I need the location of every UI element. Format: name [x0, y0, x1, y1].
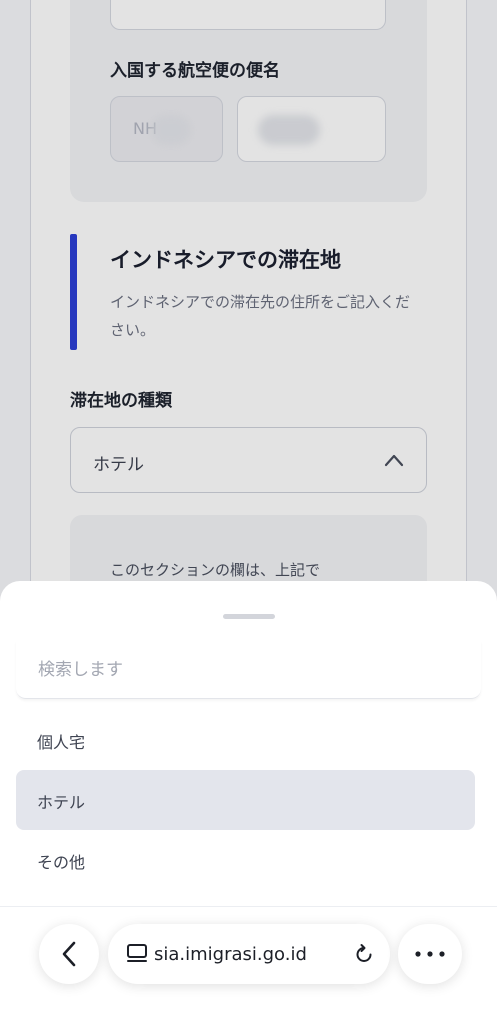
- option-label: その他: [37, 853, 86, 872]
- option-private-home[interactable]: 個人宅: [16, 710, 475, 770]
- back-chevron-icon: [62, 941, 76, 967]
- option-other[interactable]: その他: [16, 830, 475, 890]
- option-hotel-selected[interactable]: ホテル: [16, 770, 475, 830]
- browser-url-bar[interactable]: sia.imigrasi.go.id: [108, 924, 390, 984]
- more-icon: [415, 951, 445, 957]
- sheet-divider: [0, 906, 497, 907]
- reload-icon[interactable]: [352, 942, 376, 966]
- url-text: sia.imigrasi.go.id: [154, 944, 307, 965]
- sheet-grabber[interactable]: [223, 614, 275, 619]
- browser-more-button[interactable]: [398, 924, 462, 984]
- option-label: 個人宅: [37, 733, 86, 752]
- tab-icon[interactable]: [126, 943, 148, 965]
- search-input[interactable]: [16, 641, 481, 699]
- option-label: ホテル: [37, 793, 86, 812]
- browser-back-button[interactable]: [39, 924, 99, 984]
